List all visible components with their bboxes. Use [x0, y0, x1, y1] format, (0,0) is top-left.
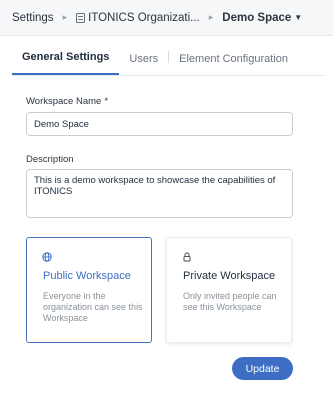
update-button[interactable]: Update	[232, 357, 293, 380]
tab-general-settings[interactable]: General Settings	[12, 43, 120, 75]
workspace-name-input[interactable]	[26, 112, 293, 136]
breadcrumb-organization-label: ITONICS Organizati...	[88, 11, 200, 24]
breadcrumb-current-label: Demo Space	[222, 11, 292, 24]
private-workspace-card[interactable]: Private Workspace Only invited people ca…	[166, 237, 292, 343]
public-workspace-title: Public Workspace	[43, 270, 131, 282]
workspace-name-label-text: Workspace Name	[26, 96, 102, 107]
globe-icon	[42, 252, 52, 262]
breadcrumb: Settings ▸ ITONICS Organizati... ▸ Demo …	[0, 0, 333, 36]
breadcrumb-settings[interactable]: Settings	[12, 12, 54, 24]
required-marker: *	[104, 96, 109, 107]
workspace-name-label: Workspace Name *	[26, 96, 108, 107]
breadcrumb-organization[interactable]: ITONICS Organizati...	[76, 12, 200, 24]
breadcrumb-workspace-dropdown[interactable]: Demo Space ▼	[222, 12, 302, 24]
description-textarea[interactable]: This is a demo workspace to showcase the…	[26, 169, 293, 218]
tab-users[interactable]: Users	[119, 43, 168, 75]
caret-down-icon: ▼	[294, 13, 303, 22]
private-workspace-description: Only invited people can see this Workspa…	[183, 291, 277, 312]
public-workspace-card[interactable]: Public Workspace Everyone in the organiz…	[26, 237, 152, 343]
chevron-right-icon: ▸	[62, 12, 68, 22]
lock-icon	[183, 252, 191, 262]
organization-icon	[76, 12, 86, 23]
settings-tabs: General Settings Users Element Configura…	[12, 44, 324, 76]
public-workspace-description: Everyone in the organization can see thi…	[43, 291, 143, 323]
private-workspace-title: Private Workspace	[183, 270, 276, 282]
tab-element-configuration[interactable]: Element Configuration	[169, 43, 298, 75]
chevron-right-icon: ▸	[208, 12, 214, 22]
description-label: Description	[26, 154, 74, 165]
